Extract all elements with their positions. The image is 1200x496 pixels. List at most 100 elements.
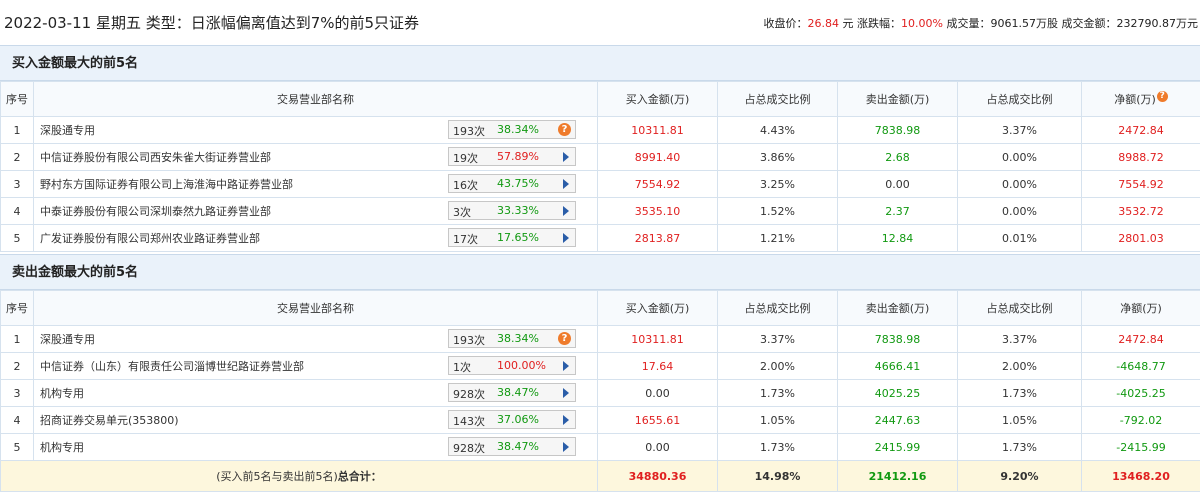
- broker-cell: 招商证券交易单元(353800) 143次 37.06%: [33, 406, 598, 434]
- row-index: 2: [0, 352, 34, 380]
- broker-stats-badge[interactable]: 16次 43.75%: [448, 174, 576, 193]
- appearance-count: 193次: [453, 125, 485, 138]
- table-row: 1 深股通专用 193次 38.34%? 10311.81 4.43% 7838.98 3.3…: [0, 116, 1200, 144]
- question-circle-icon[interactable]: ?: [558, 123, 571, 136]
- broker-stats-badge[interactable]: 928次 38.47%: [448, 383, 576, 402]
- net-amount: 2472.84: [1081, 325, 1200, 353]
- net-amount: -4648.77: [1081, 352, 1200, 380]
- totals-buy-ratio-value: 14.98%: [754, 469, 801, 483]
- table-row: 4 招商证券交易单元(353800) 143次 37.06% 1655.61 1.05% 2…: [0, 406, 1200, 434]
- broker-name[interactable]: 招商证券交易单元(353800): [40, 414, 179, 427]
- broker-name[interactable]: 机构专用: [40, 441, 84, 454]
- appearance-count: 16次: [453, 179, 478, 192]
- totals-sell-ratio: 9.20%: [957, 460, 1082, 492]
- col-sell: 卖出金额(万): [837, 290, 958, 326]
- buy-ratio: 1.73%: [717, 379, 838, 407]
- table-row: 4 中泰证券股份有限公司深圳泰然九路证券营业部 3次 33.33% 3535.10 1.5…: [0, 197, 1200, 225]
- broker-name[interactable]: 机构专用: [40, 387, 84, 400]
- win-rate: 43.75%: [497, 177, 539, 190]
- totals-buy-ratio: 14.98%: [717, 460, 838, 492]
- col-broker: 交易营业部名称: [33, 290, 598, 326]
- broker-stats-badge[interactable]: 3次 33.33%: [448, 201, 576, 220]
- broker-name[interactable]: 深股通专用: [40, 333, 95, 346]
- buy-ratio: 1.73%: [717, 433, 838, 461]
- sell-amount: 2447.63: [837, 406, 958, 434]
- buy-table: 序号 交易营业部名称 买入金额(万) 占总成交比例 卖出金额(万) 占总成交比例…: [0, 81, 1200, 252]
- close-value: 26.84: [807, 17, 840, 30]
- sell-ratio: 3.37%: [957, 325, 1082, 353]
- triangle-right-icon[interactable]: [563, 179, 569, 189]
- broker-stats-badge[interactable]: 928次 38.47%: [448, 437, 576, 456]
- sell-amount: 7838.98: [837, 325, 958, 353]
- buy-amount: 8991.40: [597, 143, 718, 171]
- table-row: 5 广发证券股份有限公司郑州农业路证券营业部 17次 17.65% 2813.87 1.2…: [0, 224, 1200, 252]
- appearance-count: 1次: [453, 361, 471, 374]
- sell-section-title: 卖出金额最大的前5名: [0, 254, 1200, 290]
- broker-cell: 机构专用 928次 38.47%: [33, 433, 598, 461]
- broker-cell: 野村东方国际证券有限公司上海淮海中路证券营业部 16次 43.75%: [33, 170, 598, 198]
- broker-stats-badge[interactable]: 143次 37.06%: [448, 410, 576, 429]
- buy-amount: 10311.81: [597, 116, 718, 144]
- buy-ratio: 1.05%: [717, 406, 838, 434]
- broker-stats-badge[interactable]: 1次 100.00%: [448, 356, 576, 375]
- change-label: 涨跌幅：: [857, 17, 902, 30]
- appearance-count: 19次: [453, 152, 478, 165]
- broker-name[interactable]: 野村东方国际证券有限公司上海淮海中路证券营业部: [40, 178, 293, 191]
- question-circle-icon[interactable]: ?: [558, 332, 571, 345]
- win-rate: 38.47%: [497, 440, 539, 453]
- sell-ratio: 0.00%: [957, 170, 1082, 198]
- buy-ratio: 4.43%: [717, 116, 838, 144]
- sell-ratio: 0.00%: [957, 197, 1082, 225]
- totals-label: (买入前5名与卖出前5名)总合计：: [0, 460, 598, 492]
- totals-net-value: 13468.20: [1112, 469, 1170, 483]
- col-net: 净额(万)?: [1081, 81, 1200, 117]
- table-row: 5 机构专用 928次 38.47% 0.00 1.73% 2415.99 1.73% -241…: [0, 433, 1200, 461]
- col-sell-ratio: 占总成交比例: [957, 81, 1082, 117]
- change-value: 10.00%: [901, 17, 943, 30]
- broker-stats-badge[interactable]: 193次 38.34%?: [448, 120, 576, 139]
- broker-stats-badge[interactable]: 19次 57.89%: [448, 147, 576, 166]
- appearance-count: 928次: [453, 388, 485, 401]
- sell-ratio: 1.73%: [957, 379, 1082, 407]
- sell-ratio: 1.73%: [957, 433, 1082, 461]
- broker-name[interactable]: 中信证券股份有限公司西安朱雀大街证券营业部: [40, 151, 271, 164]
- table-row: 2 中信证券股份有限公司西安朱雀大街证券营业部 19次 57.89% 8991.40 3.…: [0, 143, 1200, 171]
- sell-ratio: 2.00%: [957, 352, 1082, 380]
- broker-cell: 广发证券股份有限公司郑州农业路证券营业部 17次 17.65%: [33, 224, 598, 252]
- appearance-count: 143次: [453, 415, 485, 428]
- triangle-right-icon[interactable]: [563, 442, 569, 452]
- col-index: 序号: [0, 290, 34, 326]
- close-label: 收盘价：: [763, 17, 808, 30]
- totals-net: 13468.20: [1081, 460, 1200, 492]
- sell-ratio: 0.01%: [957, 224, 1082, 252]
- broker-name[interactable]: 中信证券（山东）有限责任公司淄博世纪路证券营业部: [40, 360, 304, 373]
- totals-sell-ratio-value: 9.20%: [1000, 469, 1039, 483]
- buy-ratio: 1.21%: [717, 224, 838, 252]
- question-circle-icon[interactable]: ?: [1156, 91, 1168, 102]
- totals-label-bold: 总合计：: [337, 470, 382, 483]
- broker-cell: 中信证券（山东）有限责任公司淄博世纪路证券营业部 1次 100.00%: [33, 352, 598, 380]
- broker-name[interactable]: 广发证券股份有限公司郑州农业路证券营业部: [40, 232, 260, 245]
- col-buy-ratio: 占总成交比例: [717, 81, 838, 117]
- col-net: 净额(万): [1081, 290, 1200, 326]
- buy-ratio: 1.52%: [717, 197, 838, 225]
- buy-amount: 7554.92: [597, 170, 718, 198]
- triangle-right-icon[interactable]: [563, 415, 569, 425]
- triangle-right-icon[interactable]: [563, 152, 569, 162]
- net-amount: -792.02: [1081, 406, 1200, 434]
- col-index: 序号: [0, 81, 34, 117]
- close-unit: 元: [842, 17, 854, 30]
- broker-stats-badge[interactable]: 17次 17.65%: [448, 228, 576, 247]
- sell-amount: 2.37: [837, 197, 958, 225]
- broker-name[interactable]: 中泰证券股份有限公司深圳泰然九路证券营业部: [40, 205, 271, 218]
- broker-stats-badge[interactable]: 193次 38.34%?: [448, 329, 576, 348]
- row-index: 1: [0, 116, 34, 144]
- triangle-right-icon[interactable]: [563, 361, 569, 371]
- triangle-right-icon[interactable]: [563, 206, 569, 216]
- broker-name[interactable]: 深股通专用: [40, 124, 95, 137]
- triangle-right-icon[interactable]: [563, 388, 569, 398]
- triangle-right-icon[interactable]: [563, 233, 569, 243]
- sell-table-header: 序号 交易营业部名称 买入金额(万) 占总成交比例 卖出金额(万) 占总成交比例…: [0, 290, 1200, 326]
- col-buy: 买入金额(万): [597, 290, 718, 326]
- net-amount: 7554.92: [1081, 170, 1200, 198]
